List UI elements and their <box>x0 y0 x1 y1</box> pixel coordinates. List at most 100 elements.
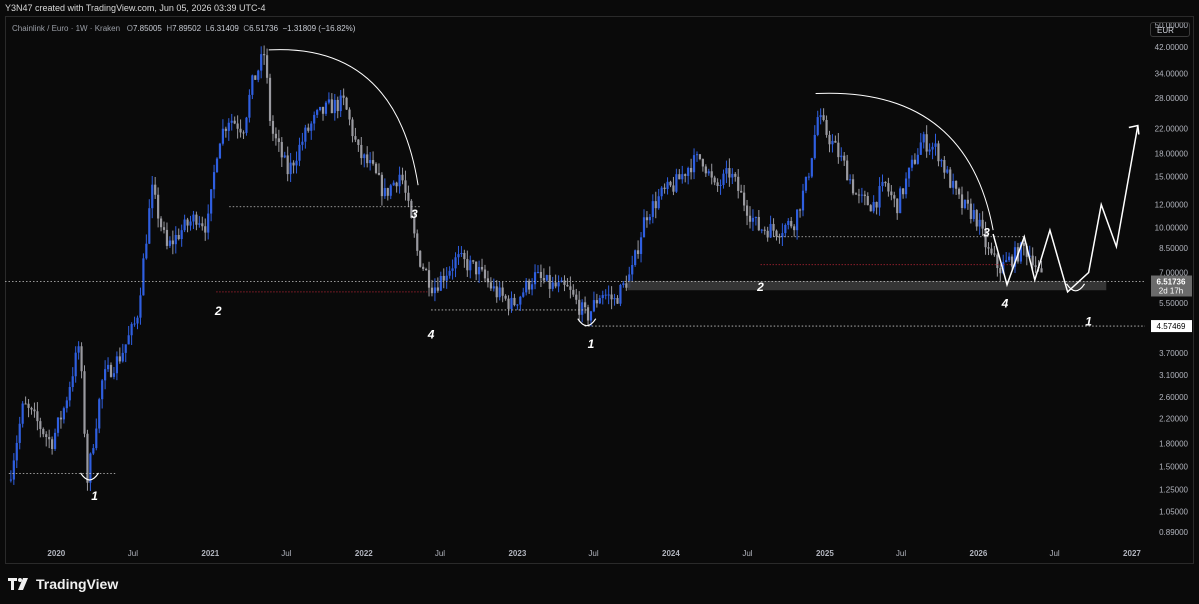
candle-body <box>1040 268 1043 273</box>
candle-body <box>583 302 587 308</box>
wave-label: 4 <box>1001 297 1009 311</box>
candle-body <box>654 201 657 209</box>
candle-body <box>613 297 616 300</box>
candle-body <box>849 179 852 181</box>
candle-body <box>769 223 772 238</box>
candle-body <box>416 233 419 251</box>
candle-body <box>890 191 893 196</box>
candle-body <box>374 163 378 173</box>
low-value: 6.31409 <box>209 24 239 33</box>
x-tick-label: 2024 <box>662 549 680 558</box>
candle-body <box>578 299 581 315</box>
candle-body <box>492 286 495 289</box>
candle-body <box>80 346 83 372</box>
candle-body <box>154 184 157 195</box>
y-tick-label: 1.25000 <box>1159 485 1188 494</box>
candle-body <box>645 217 649 221</box>
candle-body <box>106 364 110 370</box>
candle-body <box>598 298 601 304</box>
candle-body <box>863 194 866 197</box>
candle-body <box>342 95 345 98</box>
candle-body <box>230 120 233 123</box>
candle-body <box>943 160 946 173</box>
candle-body <box>369 160 372 164</box>
y-tick-label: 3.70000 <box>1159 349 1188 358</box>
candle-body <box>68 387 71 401</box>
candle-body <box>875 201 878 208</box>
candle-body <box>760 229 763 231</box>
candle-body <box>860 194 863 196</box>
candle-body <box>507 298 510 309</box>
y-tick-label: 10.00000 <box>1155 224 1189 233</box>
candle-body <box>348 109 351 120</box>
candle-body <box>427 270 431 288</box>
candle-body <box>51 439 54 449</box>
candle-body <box>498 287 501 298</box>
candle-body <box>324 102 328 114</box>
price-chart[interactable]: 123412341 50.0000042.0000034.0000028.000… <box>5 16 1194 564</box>
candle-body <box>186 219 189 226</box>
candle-body <box>363 154 366 159</box>
candle-body <box>748 215 752 222</box>
candle-body <box>551 282 554 289</box>
annotation-layer: 1 2 3 4 1 2 3 4 1 <box>80 49 1140 503</box>
candle-body <box>86 433 89 483</box>
candle-body <box>98 399 101 429</box>
wave-label: 4 <box>427 327 435 341</box>
candle-body <box>710 171 713 178</box>
candle-body <box>737 176 740 191</box>
candle-body <box>424 268 428 271</box>
candle-body <box>130 324 133 336</box>
candle-body <box>383 188 386 197</box>
candle-body <box>307 127 310 131</box>
wave-label: 3 <box>983 226 990 240</box>
candle-body <box>398 174 401 187</box>
candle-body <box>784 224 787 234</box>
candle-body <box>301 141 304 145</box>
candle-body <box>183 219 186 231</box>
candle-body <box>162 227 166 230</box>
candle-body <box>142 258 145 296</box>
tradingview-wordmark: TradingView <box>36 576 119 592</box>
candle-body <box>698 154 702 160</box>
y-tick-label: 2.60000 <box>1159 393 1188 402</box>
candle-body <box>869 205 872 212</box>
candle-body <box>545 275 548 281</box>
x-tick-label: Jul <box>896 549 906 558</box>
candle-body <box>263 54 266 56</box>
candle-body <box>109 364 113 377</box>
candle-body <box>825 120 828 135</box>
candle-body <box>931 146 934 150</box>
candle-body <box>180 230 183 240</box>
candle-body <box>999 268 1002 274</box>
y-tick-label: 5.50000 <box>1159 299 1188 308</box>
candle-body <box>295 160 298 166</box>
candle-body <box>899 188 902 214</box>
candle-body <box>42 428 45 435</box>
candle-body <box>171 240 174 245</box>
candle-body <box>707 171 710 174</box>
candle-body <box>554 282 557 287</box>
candle-body <box>952 180 955 188</box>
candles-layer <box>9 45 1043 491</box>
candle-body <box>33 409 36 412</box>
candle-body <box>722 173 725 185</box>
candle-body <box>245 117 248 133</box>
candle-body <box>963 199 967 208</box>
candle-body <box>960 194 964 208</box>
candle-body <box>377 172 381 175</box>
candle-body <box>472 260 475 262</box>
candle-body <box>1008 256 1011 261</box>
candle-body <box>277 138 280 142</box>
candle-body <box>218 143 222 159</box>
currency-selector[interactable]: EUR <box>1150 22 1190 37</box>
candle-body <box>313 114 316 124</box>
candle-body <box>371 160 375 164</box>
candle-body <box>36 411 39 422</box>
candle-body <box>846 160 849 181</box>
candle-body <box>392 182 395 186</box>
candle-body <box>787 220 790 225</box>
candle-body <box>884 181 887 184</box>
candle-body <box>333 99 336 114</box>
candle-body <box>448 270 451 276</box>
